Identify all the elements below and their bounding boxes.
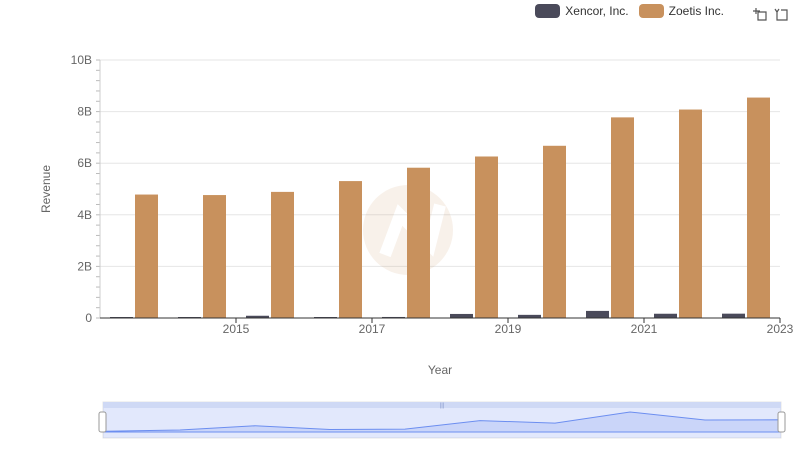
x-tick-label: 2023 <box>767 322 794 336</box>
grip-icon: ||| <box>440 403 445 409</box>
zoom-select-icon[interactable] <box>752 6 768 22</box>
legend-item-zoetis[interactable]: Zoetis Inc. <box>638 4 724 18</box>
legend-label-xencor: Xencor, Inc. <box>565 4 629 18</box>
x-tick-label: 2017 <box>359 322 386 336</box>
chart: 0 2B 4B 6B 8B 10B 2015 2017 2019 2021 2023 Revenu… <box>39 53 794 439</box>
bar-zoetis-2023[interactable] <box>747 97 770 319</box>
zoom-reset-icon[interactable] <box>774 6 790 22</box>
bar-zoetis-2019[interactable] <box>475 156 498 318</box>
bar-zoetis-2021[interactable] <box>611 117 634 318</box>
y-axis-title: Revenue <box>39 165 53 213</box>
navigator-handle-right[interactable] <box>777 411 786 433</box>
x-axis-title: Year <box>428 363 452 377</box>
bar-zoetis-2014[interactable] <box>135 194 158 318</box>
legend: Xencor, Inc. Zoetis Inc. <box>525 4 724 18</box>
bar-xencor-2023[interactable] <box>722 313 745 318</box>
chart-toolbar <box>752 6 790 22</box>
legend-swatch-zoetis <box>638 4 664 18</box>
bar-xencor-2022[interactable] <box>654 313 677 318</box>
bar-zoetis-2022[interactable] <box>679 109 702 318</box>
legend-swatch-xencor <box>535 4 561 18</box>
y-tick-label: 0 <box>85 311 92 325</box>
bar-zoetis-2015[interactable] <box>203 195 226 318</box>
x-tick-label: 2021 <box>631 322 658 336</box>
bar-zoetis-2017[interactable] <box>339 181 362 318</box>
y-tick-label: 10B <box>71 53 92 67</box>
legend-label-zoetis: Zoetis Inc. <box>668 4 724 18</box>
y-tick-label: 2B <box>77 259 92 273</box>
bar-xencor-2021[interactable] <box>586 310 609 318</box>
range-navigator[interactable]: ||| <box>98 401 786 439</box>
bar-zoetis-2018[interactable] <box>407 167 430 318</box>
y-tick-label: 6B <box>77 156 92 170</box>
navigator-handle-left[interactable] <box>98 411 107 433</box>
bar-zoetis-2016[interactable] <box>271 191 294 318</box>
y-tick-label: 4B <box>77 208 92 222</box>
x-tick-label: 2015 <box>223 322 250 336</box>
bar-zoetis-2020[interactable] <box>543 145 566 318</box>
x-tick-label: 2019 <box>495 322 522 336</box>
x-axis: 2015 2017 2019 2021 2023 <box>100 317 794 336</box>
bar-xencor-2019[interactable] <box>450 313 473 318</box>
y-tick-label: 8B <box>77 105 92 119</box>
y-axis: 0 2B 4B 6B 8B 10B <box>71 53 101 325</box>
legend-item-xencor[interactable]: Xencor, Inc. <box>535 4 629 18</box>
